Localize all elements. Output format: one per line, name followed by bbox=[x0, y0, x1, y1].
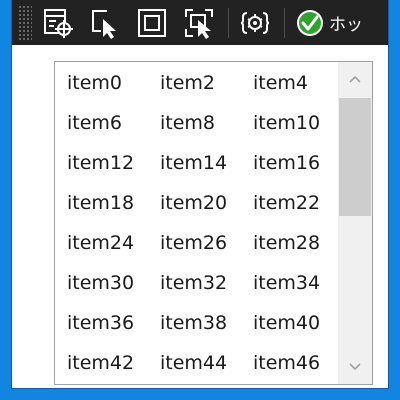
list-item[interactable]: item10 bbox=[253, 112, 320, 134]
list-item[interactable]: item38 bbox=[160, 312, 227, 334]
list-item[interactable]: item18 bbox=[67, 192, 134, 214]
list-item[interactable]: item8 bbox=[160, 112, 215, 134]
list-item[interactable]: item24 bbox=[67, 232, 134, 254]
list-item[interactable]: item28 bbox=[253, 232, 320, 254]
app-window: ホッ item0 item2 item4 item6 item8 item10 item12… bbox=[12, 0, 388, 388]
list-box[interactable]: item0 item2 item4 item6 item8 item10 item12 ite… bbox=[54, 61, 373, 385]
toolbar-grip[interactable] bbox=[18, 4, 32, 41]
list-item[interactable]: item36 bbox=[67, 312, 134, 334]
list-item[interactable]: item26 bbox=[160, 232, 227, 254]
list-item[interactable]: item0 bbox=[67, 72, 122, 94]
chevron-down-icon bbox=[349, 363, 361, 371]
list-item[interactable]: item12 bbox=[67, 152, 134, 174]
list-item[interactable]: item30 bbox=[67, 272, 134, 294]
select-region-icon bbox=[185, 8, 213, 39]
list-item[interactable]: item46 bbox=[253, 352, 320, 374]
settings-sync-button[interactable] bbox=[235, 3, 275, 43]
select-element-icon bbox=[44, 8, 73, 38]
vertical-scrollbar[interactable] bbox=[338, 62, 372, 384]
list-item[interactable]: item20 bbox=[160, 192, 227, 214]
list-item[interactable]: item2 bbox=[160, 72, 215, 94]
chevron-up-icon bbox=[349, 75, 361, 83]
scroll-up-button[interactable] bbox=[338, 62, 372, 96]
list-item[interactable]: item16 bbox=[253, 152, 320, 174]
toolbar-separator bbox=[228, 7, 229, 38]
toolbar-separator bbox=[284, 7, 285, 38]
toolbar: ホッ bbox=[12, 0, 388, 45]
scrollbar-thumb[interactable] bbox=[339, 98, 371, 216]
list-items-area: item0 item2 item4 item6 item8 item10 item12 ite… bbox=[55, 62, 337, 384]
list-item[interactable]: item44 bbox=[160, 352, 227, 374]
list-item[interactable]: item22 bbox=[253, 192, 320, 214]
hot-reload-button[interactable]: ホッ bbox=[295, 8, 363, 38]
check-circle-icon bbox=[297, 9, 323, 36]
pick-pointer-button[interactable] bbox=[85, 3, 125, 43]
list-item[interactable]: item6 bbox=[67, 112, 122, 134]
settings-sync-icon bbox=[240, 11, 270, 34]
list-item[interactable]: item14 bbox=[160, 152, 227, 174]
select-region-button[interactable] bbox=[179, 3, 219, 43]
pick-pointer-icon bbox=[92, 9, 116, 39]
list-item[interactable]: item42 bbox=[67, 352, 134, 374]
list-item[interactable]: item34 bbox=[253, 272, 320, 294]
select-element-button[interactable] bbox=[38, 3, 78, 43]
list-item[interactable]: item4 bbox=[253, 72, 308, 94]
scroll-down-button[interactable] bbox=[338, 350, 372, 384]
frame-square-icon bbox=[138, 8, 166, 37]
frame-square-button[interactable] bbox=[132, 3, 172, 43]
hot-reload-label: ホッ bbox=[329, 15, 363, 35]
list-item[interactable]: item40 bbox=[253, 312, 320, 334]
list-item[interactable]: item32 bbox=[160, 272, 227, 294]
